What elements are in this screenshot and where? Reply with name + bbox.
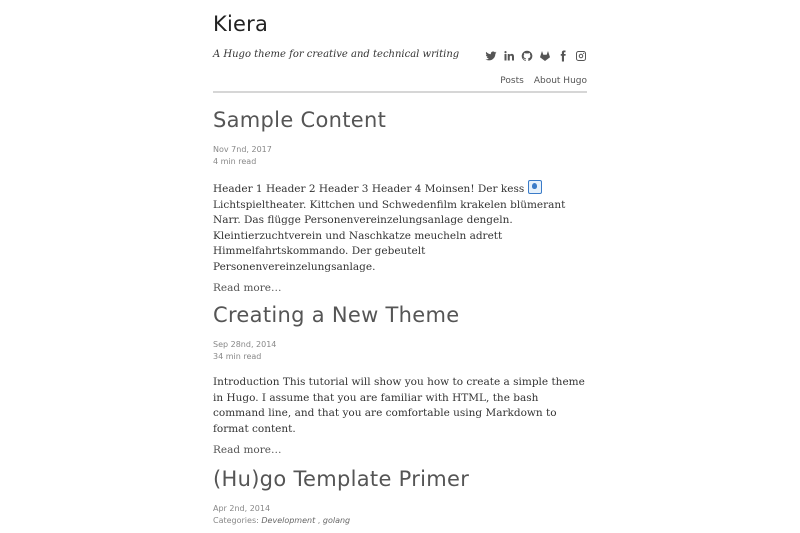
post-reading-time: 34 min read (213, 352, 262, 361)
post-date: Nov 7nd, 2017 (213, 145, 272, 154)
post-title[interactable]: Sample Content (213, 108, 587, 132)
post-meta: Nov 7nd, 2017 4 min read (213, 144, 587, 168)
read-more-link[interactable]: Read more… (213, 282, 281, 294)
post-item: Creating a New Theme Sep 28nd, 2014 34 m… (213, 303, 587, 457)
post-date: Sep 28nd, 2014 (213, 340, 277, 349)
social-links (485, 49, 587, 63)
categories-label: Categories: (213, 516, 259, 525)
post-meta: Apr 2nd, 2014 Categories: Development , … (213, 503, 587, 527)
instagram-icon[interactable] (575, 50, 587, 62)
read-more-link[interactable]: Read more… (213, 444, 281, 456)
facebook-icon[interactable] (557, 50, 569, 62)
gitlab-icon[interactable] (539, 50, 551, 62)
post-item: Sample Content Nov 7nd, 2017 4 min read … (213, 108, 587, 295)
post-summary: Header 1 Header 2 Header 3 Header 4 Moin… (213, 180, 587, 275)
post-date: Apr 2nd, 2014 (213, 504, 271, 513)
site-title[interactable]: Kiera (213, 12, 268, 36)
github-icon[interactable] (521, 50, 533, 62)
post-meta: Sep 28nd, 2014 34 min read (213, 339, 587, 363)
nav-about-link[interactable]: About Hugo (534, 76, 587, 86)
post-reading-time: 4 min read (213, 157, 257, 166)
category-separator: , (315, 516, 323, 525)
post-summary-text: Lichtspieltheater. Kittchen und Schweden… (213, 198, 566, 273)
post-title[interactable]: (Hu)go Template Primer (213, 467, 587, 491)
twitter-icon[interactable] (485, 50, 497, 62)
main-nav: Posts About Hugo (500, 76, 587, 86)
header-divider (213, 91, 587, 93)
category-link-development[interactable]: Development (261, 516, 315, 525)
post-summary-text: Header 1 Header 2 Header 3 Header 4 Moin… (213, 183, 528, 195)
post-item: (Hu)go Template Primer Apr 2nd, 2014 Cat… (213, 467, 587, 527)
site-description: A Hugo theme for creative and technical … (213, 49, 460, 60)
linkedin-icon[interactable] (503, 50, 515, 62)
post-title[interactable]: Creating a New Theme (213, 303, 587, 327)
nav-posts-link[interactable]: Posts (500, 76, 524, 86)
unicorn-emoji-icon (527, 180, 542, 194)
post-categories: Categories: Development , golang (213, 515, 587, 527)
category-link-golang[interactable]: golang (323, 516, 350, 525)
post-summary: Introduction This tutorial will show you… (213, 376, 585, 435)
